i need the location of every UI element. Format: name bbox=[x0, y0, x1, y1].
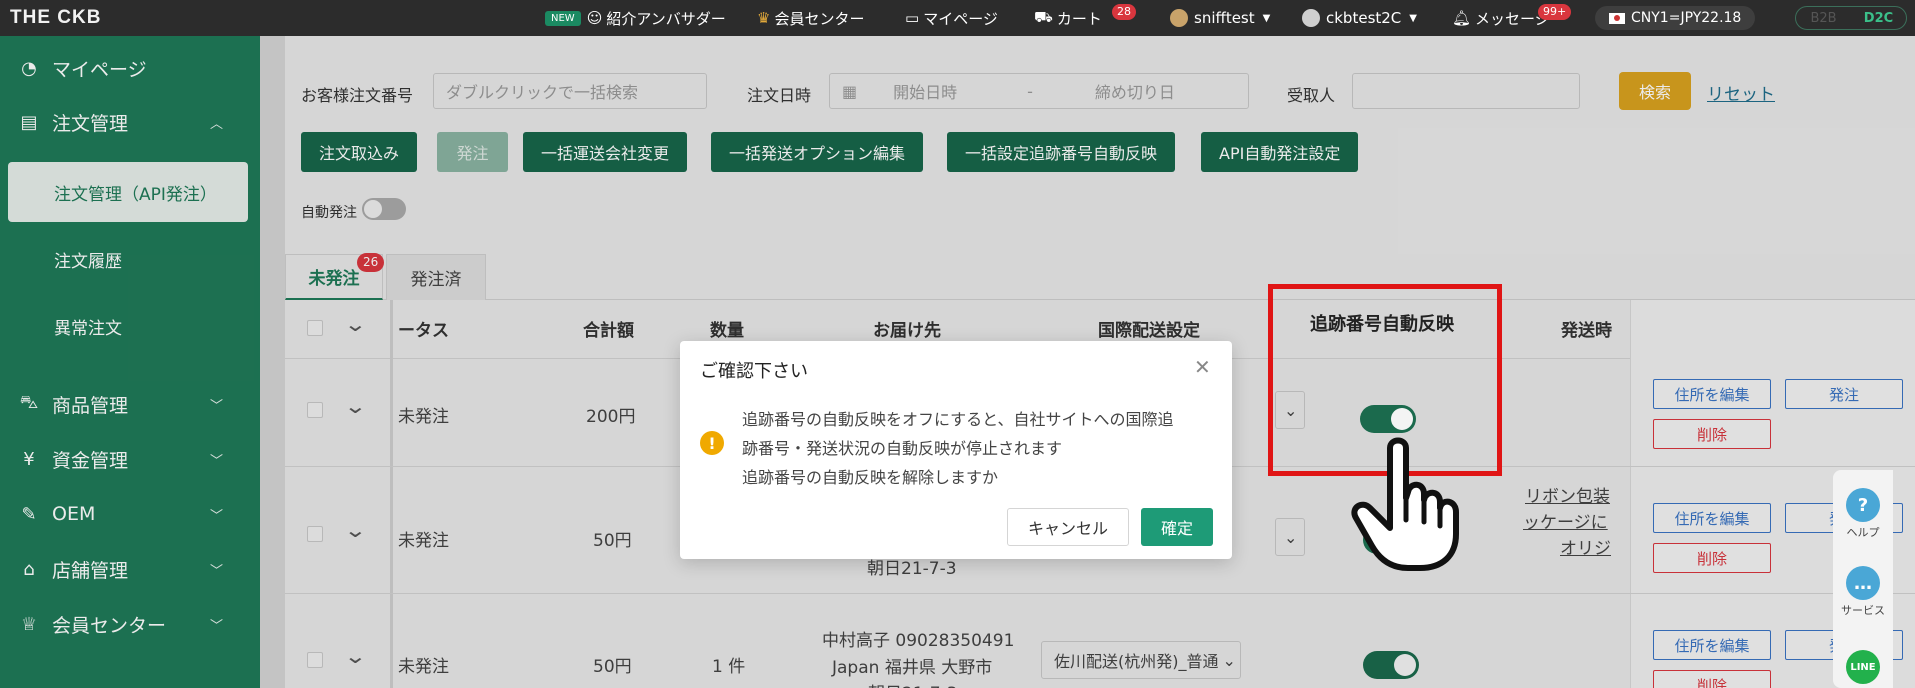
messages-link[interactable]: 🔔︎ メッセージ bbox=[1452, 0, 1550, 36]
dialog-message: 追跡番号の自動反映をオフにすると、自社サイトへの国際追 跡番号・発送状況の自動反… bbox=[742, 405, 1212, 492]
crown-icon: ♛ bbox=[757, 9, 771, 27]
service-label: サービス bbox=[1841, 604, 1885, 617]
person-icon: ☺ bbox=[586, 9, 603, 27]
cancel-button[interactable]: キャンセル bbox=[1007, 508, 1129, 546]
close-icon[interactable]: ✕ bbox=[1194, 355, 1211, 379]
currency-rate[interactable]: CNY1=JPY22.18 bbox=[1595, 6, 1756, 30]
monitor-icon: ▭ bbox=[905, 9, 920, 27]
currency-label: CNY1=JPY22.18 bbox=[1631, 10, 1742, 26]
floating-help-bar: ? ヘルプ … サービス LINE bbox=[1833, 470, 1893, 688]
mypage-label: マイページ bbox=[923, 9, 998, 28]
caret-down-icon: ▼ bbox=[1409, 12, 1417, 24]
dialog-line: 跡番号・発送状況の自動反映が停止されます bbox=[742, 439, 1063, 458]
avatar bbox=[1302, 9, 1320, 27]
mypage-link[interactable]: ▭ マイページ bbox=[905, 0, 998, 36]
cart-link[interactable]: ⛟ カート bbox=[1034, 0, 1102, 36]
member-center-link[interactable]: ♛ 会員センター bbox=[757, 0, 864, 36]
confirm-button[interactable]: 確定 bbox=[1141, 508, 1213, 546]
line-button[interactable]: LINE bbox=[1833, 650, 1893, 686]
dialog-line: 追跡番号の自動反映を解除しますか bbox=[742, 468, 999, 487]
chat-icon: … bbox=[1846, 566, 1880, 600]
service-button[interactable]: … サービス bbox=[1833, 566, 1893, 618]
help-label: ヘルプ bbox=[1846, 526, 1880, 539]
user-menu-1[interactable]: snifftest ▼ bbox=[1170, 0, 1270, 36]
question-icon: ? bbox=[1846, 488, 1880, 522]
logo[interactable]: THE CKB bbox=[10, 7, 101, 29]
mode-switch[interactable]: B2B D2C bbox=[1795, 6, 1907, 30]
dialog-title: ご確認下さい bbox=[700, 361, 808, 382]
caret-down-icon: ▼ bbox=[1262, 12, 1271, 24]
dialog-line: 追跡番号の自動反映をオフにすると、自社サイトへの国際追 bbox=[742, 410, 1174, 429]
new-tag: NEW bbox=[545, 10, 581, 26]
bell-icon: 🔔︎ bbox=[1452, 9, 1472, 27]
user-menu-2[interactable]: ckbtest2C ▼ bbox=[1302, 0, 1417, 36]
cart-icon: ⛟ bbox=[1034, 8, 1053, 26]
hand-pointer-icon bbox=[1351, 437, 1459, 571]
help-button[interactable]: ? ヘルプ bbox=[1833, 488, 1893, 540]
user2-label: ckbtest2C bbox=[1326, 9, 1402, 27]
top-navbar: THE CKB NEW ☺ 紹介アンバサダー ♛ 会員センター ▭ マイページ … bbox=[0, 0, 1915, 36]
ambassador-label: 紹介アンバサダー bbox=[606, 9, 726, 28]
member-center-label: 会員センター bbox=[774, 9, 865, 28]
warning-icon: ! bbox=[700, 431, 724, 455]
messages-count-badge: 99+ bbox=[1538, 4, 1572, 20]
user1-label: snifftest bbox=[1194, 9, 1255, 27]
line-icon: LINE bbox=[1846, 650, 1880, 684]
cart-count-badge: 28 bbox=[1112, 4, 1136, 20]
ambassador-link[interactable]: NEW ☺ 紹介アンバサダー bbox=[545, 0, 726, 36]
cart-label: カート bbox=[1056, 9, 1102, 28]
mode-d2c[interactable]: D2C bbox=[1851, 11, 1906, 26]
mode-b2b[interactable]: B2B bbox=[1796, 11, 1851, 26]
avatar bbox=[1170, 9, 1188, 27]
confirm-dialog: ご確認下さい ✕ ! 追跡番号の自動反映をオフにすると、自社サイトへの国際追 跡… bbox=[680, 341, 1232, 559]
tracking-auto-toggle-highlighted[interactable] bbox=[1360, 405, 1416, 433]
japan-flag-icon bbox=[1609, 12, 1625, 24]
